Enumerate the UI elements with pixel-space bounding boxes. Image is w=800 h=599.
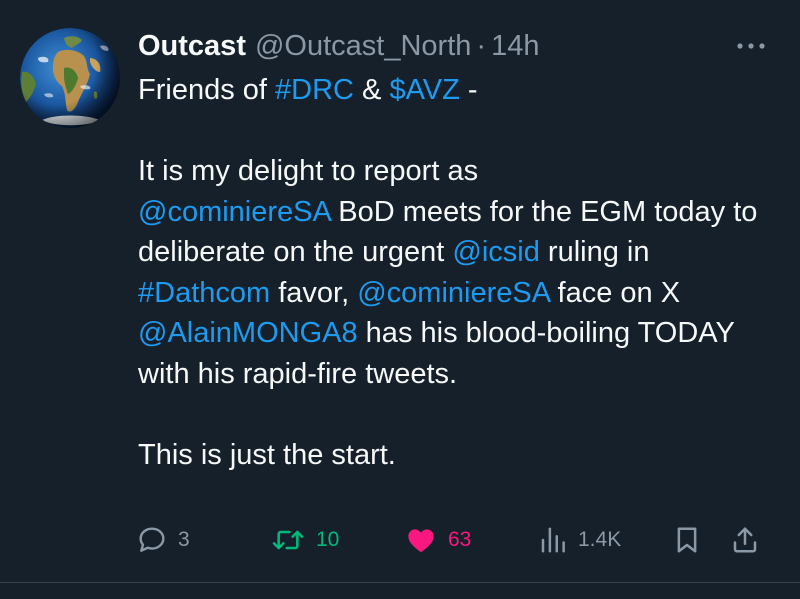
like-button[interactable]: 63 — [404, 520, 471, 560]
author-handle[interactable]: @Outcast_North — [255, 30, 471, 63]
share-button[interactable] — [730, 520, 760, 560]
tweet-header: Outcast @Outcast_North · 14h — [138, 26, 539, 66]
tweet-text-segment: - — [459, 74, 478, 106]
hashtag-link[interactable]: #Dathcom — [138, 277, 270, 309]
reply-count: 3 — [178, 528, 190, 551]
tweet-text-segment: It is my delight to report as — [138, 155, 479, 187]
timestamp[interactable]: 14h — [491, 30, 539, 63]
avatar[interactable] — [20, 28, 120, 128]
more-options-button[interactable] — [734, 34, 768, 58]
bottom-divider — [0, 582, 800, 583]
cashtag-link[interactable]: $AVZ — [389, 74, 459, 106]
tweet-paragraph-2: It is my delight to report as @cominiereS… — [138, 151, 778, 394]
tweet-text-segment: favor, — [270, 276, 358, 309]
repost-arrows-icon — [272, 530, 304, 550]
mention-link[interactable]: @icsid — [452, 236, 539, 268]
hashtag-link[interactable]: #DRC — [275, 74, 354, 106]
reply-button[interactable]: 3 — [136, 520, 190, 560]
earth-globe-icon — [20, 28, 120, 128]
bookmark-icon — [677, 527, 697, 553]
views-bars-icon — [541, 527, 565, 553]
mention-link[interactable]: @cominiereSA — [357, 277, 549, 309]
reply-bubble-icon — [139, 527, 165, 552]
share-upload-icon — [733, 527, 757, 553]
tweet-text-segment: ruling in — [539, 236, 650, 268]
tweet-paragraph-3: This is just the start. — [138, 438, 396, 471]
tweet-actions-bar: 3 10 63 1.4K — [136, 520, 776, 560]
repost-button[interactable]: 10 — [270, 520, 339, 560]
like-count: 63 — [448, 528, 472, 551]
separator-dot: · — [476, 29, 487, 62]
more-horizontal-icon — [737, 43, 765, 49]
mention-link[interactable]: @AlainMONGA8 — [138, 317, 358, 349]
tweet-text: Friends of #DRC & $AVZ - It is my deligh… — [138, 70, 778, 475]
repost-count: 10 — [316, 528, 340, 551]
bookmark-button[interactable] — [672, 520, 702, 560]
heart-filled-icon — [408, 529, 434, 553]
views-button[interactable]: 1.4K — [538, 520, 621, 560]
tweet-text-segment: Friends of — [138, 74, 275, 106]
view-count: 1.4K — [578, 528, 622, 551]
tweet-card: Outcast @Outcast_North · 14h Friends of … — [0, 0, 800, 599]
tweet-text-segment: face on X — [549, 276, 681, 309]
author-name[interactable]: Outcast — [138, 30, 246, 63]
mention-link[interactable]: @cominiereSA — [138, 196, 330, 228]
tweet-text-segment: & — [353, 74, 390, 106]
tweet-line-1: Friends of #DRC & $AVZ - — [138, 70, 778, 111]
